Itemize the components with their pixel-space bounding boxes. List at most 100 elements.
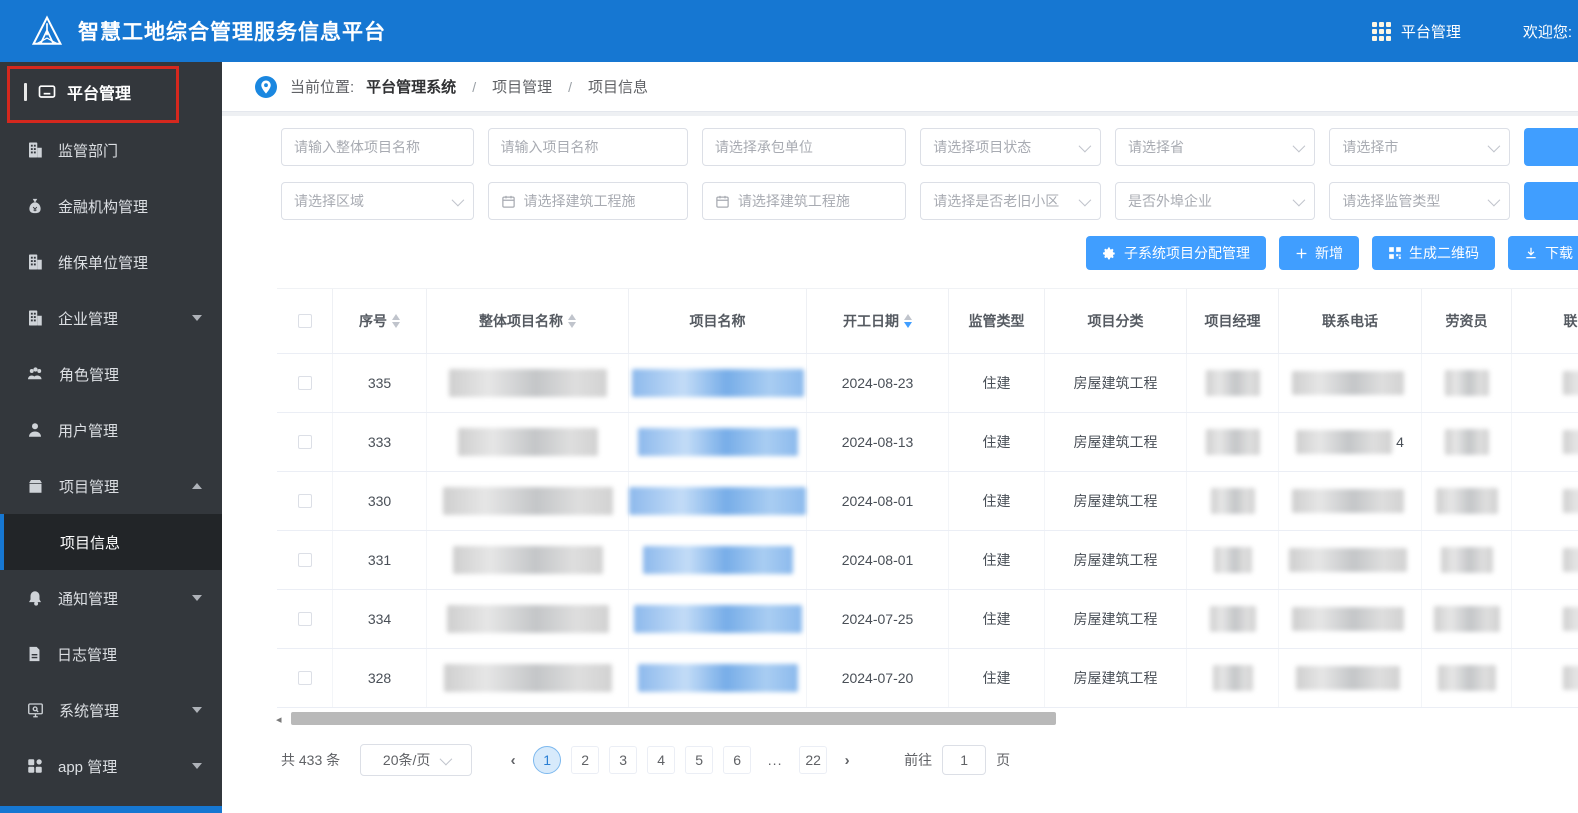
sidebar-item-label: 系统管理 bbox=[59, 702, 120, 720]
header-nav-platform[interactable]: 平台管理 bbox=[1401, 21, 1461, 42]
cell-overall-name-redacted bbox=[427, 531, 629, 589]
roles-icon bbox=[26, 365, 45, 383]
row-checkbox[interactable] bbox=[297, 553, 312, 567]
download-button[interactable]: 下载 bbox=[1508, 236, 1578, 270]
row-checkbox[interactable] bbox=[297, 671, 312, 685]
table-hscrollbar[interactable]: ◂ bbox=[276, 712, 1578, 726]
contractor-select[interactable]: 请选择承包单位 bbox=[701, 128, 907, 166]
old-district-select[interactable]: 请选择是否老旧小区 bbox=[920, 182, 1101, 220]
cell-project-name-redacted[interactable] bbox=[629, 531, 807, 589]
reset-button-partial[interactable] bbox=[1524, 182, 1578, 220]
page-button-22[interactable]: 22 bbox=[799, 746, 828, 774]
table-row[interactable]: 330 2024-08-01 住建 房屋建筑工程 bbox=[277, 472, 1578, 531]
sidebar-item-label: 角色管理 bbox=[59, 366, 120, 384]
page-button-3[interactable]: 3 bbox=[609, 746, 638, 774]
table-row[interactable]: 334 2024-07-25 住建 房屋建筑工程 bbox=[277, 590, 1578, 649]
cell-project-name-redacted[interactable] bbox=[629, 649, 807, 707]
cell-category: 房屋建筑工程 bbox=[1045, 413, 1187, 471]
page-size-select[interactable]: 20条/页 bbox=[360, 744, 473, 776]
goto-page-input[interactable] bbox=[942, 745, 987, 775]
breadcrumb-level1[interactable]: 项目管理 bbox=[492, 76, 552, 97]
sidebar-item-enterprise[interactable]: 企业管理 bbox=[0, 290, 222, 346]
overall-project-name-field[interactable] bbox=[294, 139, 461, 155]
province-select[interactable]: 请选择省 bbox=[1114, 128, 1316, 166]
sidebar-header-platform[interactable]: 平台管理 bbox=[0, 62, 222, 122]
col-start-date[interactable]: 开工日期 bbox=[807, 289, 949, 353]
external-enterprise-select[interactable]: 是否外埠企业 bbox=[1114, 182, 1316, 220]
status-placeholder: 请选择项目状态 bbox=[933, 139, 1032, 155]
build-date-start-placeholder: 请选择建筑工程施 bbox=[523, 193, 636, 209]
table-row[interactable]: 333 2024-08-13 住建 房屋建筑工程 4 bbox=[277, 413, 1578, 472]
cell-project-name-redacted[interactable] bbox=[629, 472, 807, 530]
build-date-start-picker[interactable]: 请选择建筑工程施 bbox=[487, 182, 688, 220]
prev-page-button[interactable]: ‹ bbox=[498, 745, 528, 775]
sidebar-item-notifications[interactable]: 通知管理 bbox=[0, 570, 222, 626]
next-page-button[interactable]: › bbox=[832, 745, 862, 775]
breadcrumb-prefix: 当前位置: bbox=[290, 79, 355, 96]
search-button-partial[interactable] bbox=[1524, 128, 1578, 166]
sidebar-item-projects[interactable]: 项目管理 bbox=[0, 458, 222, 514]
sidebar-item-label: 维保单位管理 bbox=[58, 254, 149, 272]
breadcrumb-root[interactable]: 平台管理系统 bbox=[366, 76, 456, 97]
overall-project-name-input[interactable] bbox=[281, 128, 474, 166]
table-row[interactable]: 331 2024-08-01 住建 房屋建筑工程 bbox=[277, 531, 1578, 590]
page-ellipsis[interactable]: ... bbox=[761, 746, 789, 774]
chevron-down-icon bbox=[439, 752, 453, 765]
row-checkbox[interactable] bbox=[297, 612, 312, 626]
cell-start-date: 2024-07-25 bbox=[807, 590, 949, 648]
cursor-bar-icon bbox=[24, 83, 27, 101]
sidebar-item-app[interactable]: app 管理 bbox=[0, 738, 222, 794]
sidebar-item-roles[interactable]: 角色管理 bbox=[0, 346, 222, 402]
sort-icons[interactable] bbox=[568, 314, 576, 328]
qrcode-icon bbox=[1388, 246, 1402, 260]
content-panel: 请选择承包单位 请选择项目状态 请选择省 请选择市 请选择区域 bbox=[222, 116, 1578, 813]
project-name-input[interactable] bbox=[487, 128, 688, 166]
build-date-end-picker[interactable]: 请选择建筑工程施 bbox=[701, 182, 907, 220]
select-all-checkbox[interactable] bbox=[297, 314, 312, 328]
city-select[interactable]: 请选择市 bbox=[1329, 128, 1511, 166]
supervision-type-select[interactable]: 请选择监管类型 bbox=[1329, 182, 1511, 220]
row-checkbox[interactable] bbox=[297, 494, 312, 508]
project-status-select[interactable]: 请选择项目状态 bbox=[920, 128, 1101, 166]
sidebar-item-maintenance-unit[interactable]: 维保单位管理 bbox=[0, 234, 222, 290]
page-button-1[interactable]: 1 bbox=[533, 746, 562, 774]
page-button-4[interactable]: 4 bbox=[647, 746, 676, 774]
cell-project-name-redacted[interactable] bbox=[629, 354, 807, 412]
subsystem-assign-label: 子系统项目分配管理 bbox=[1124, 245, 1250, 261]
sidebar-item-logs[interactable]: 日志管理 bbox=[0, 626, 222, 682]
scroll-left-arrow-icon[interactable]: ◂ bbox=[276, 713, 282, 726]
col-overall-name[interactable]: 整体项目名称 bbox=[427, 289, 629, 353]
region-placeholder: 请选择区域 bbox=[294, 193, 364, 209]
sidebar-subitem-project-info[interactable]: 项目信息 bbox=[0, 514, 222, 570]
cell-project-name-redacted[interactable] bbox=[629, 590, 807, 648]
hscrollbar-thumb[interactable] bbox=[291, 712, 1056, 725]
page-button-6[interactable]: 6 bbox=[723, 746, 752, 774]
add-button[interactable]: 新增 bbox=[1279, 236, 1359, 270]
region-select[interactable]: 请选择区域 bbox=[281, 182, 474, 220]
table-row[interactable]: 328 2024-07-20 住建 房屋建筑工程 bbox=[277, 649, 1578, 708]
cell-manager-redacted bbox=[1187, 531, 1279, 589]
project-name-field[interactable] bbox=[500, 139, 675, 155]
col-seq[interactable]: 序号 bbox=[333, 289, 427, 353]
page-button-2[interactable]: 2 bbox=[571, 746, 600, 774]
cell-supervision: 住建 bbox=[949, 413, 1045, 471]
chevron-down-icon bbox=[1292, 193, 1306, 206]
breadcrumb-level2[interactable]: 项目信息 bbox=[588, 76, 648, 97]
sidebar-item-label: 项目管理 bbox=[59, 478, 120, 496]
sort-icons[interactable] bbox=[904, 314, 912, 328]
province-placeholder: 请选择省 bbox=[1127, 139, 1184, 155]
row-checkbox[interactable] bbox=[297, 435, 312, 449]
sort-icons[interactable] bbox=[392, 314, 400, 328]
apps-grid-icon[interactable] bbox=[1371, 21, 1391, 41]
sidebar-item-system[interactable]: 系统管理 bbox=[0, 682, 222, 738]
subsystem-assign-button[interactable]: 子系统项目分配管理 bbox=[1086, 236, 1266, 270]
col-manager: 项目经理 bbox=[1187, 289, 1279, 353]
row-checkbox[interactable] bbox=[297, 376, 312, 390]
sidebar-item-users[interactable]: 用户管理 bbox=[0, 402, 222, 458]
generate-qrcode-button[interactable]: 生成二维码 bbox=[1372, 236, 1495, 270]
sidebar-item-supervision-dept[interactable]: 监管部门 bbox=[0, 122, 222, 178]
sidebar-item-financial-institution[interactable]: 金融机构管理 bbox=[0, 178, 222, 234]
cell-project-name-redacted[interactable] bbox=[629, 413, 807, 471]
page-button-5[interactable]: 5 bbox=[685, 746, 714, 774]
table-row[interactable]: 335 2024-08-23 住建 房屋建筑工程 bbox=[277, 354, 1578, 413]
